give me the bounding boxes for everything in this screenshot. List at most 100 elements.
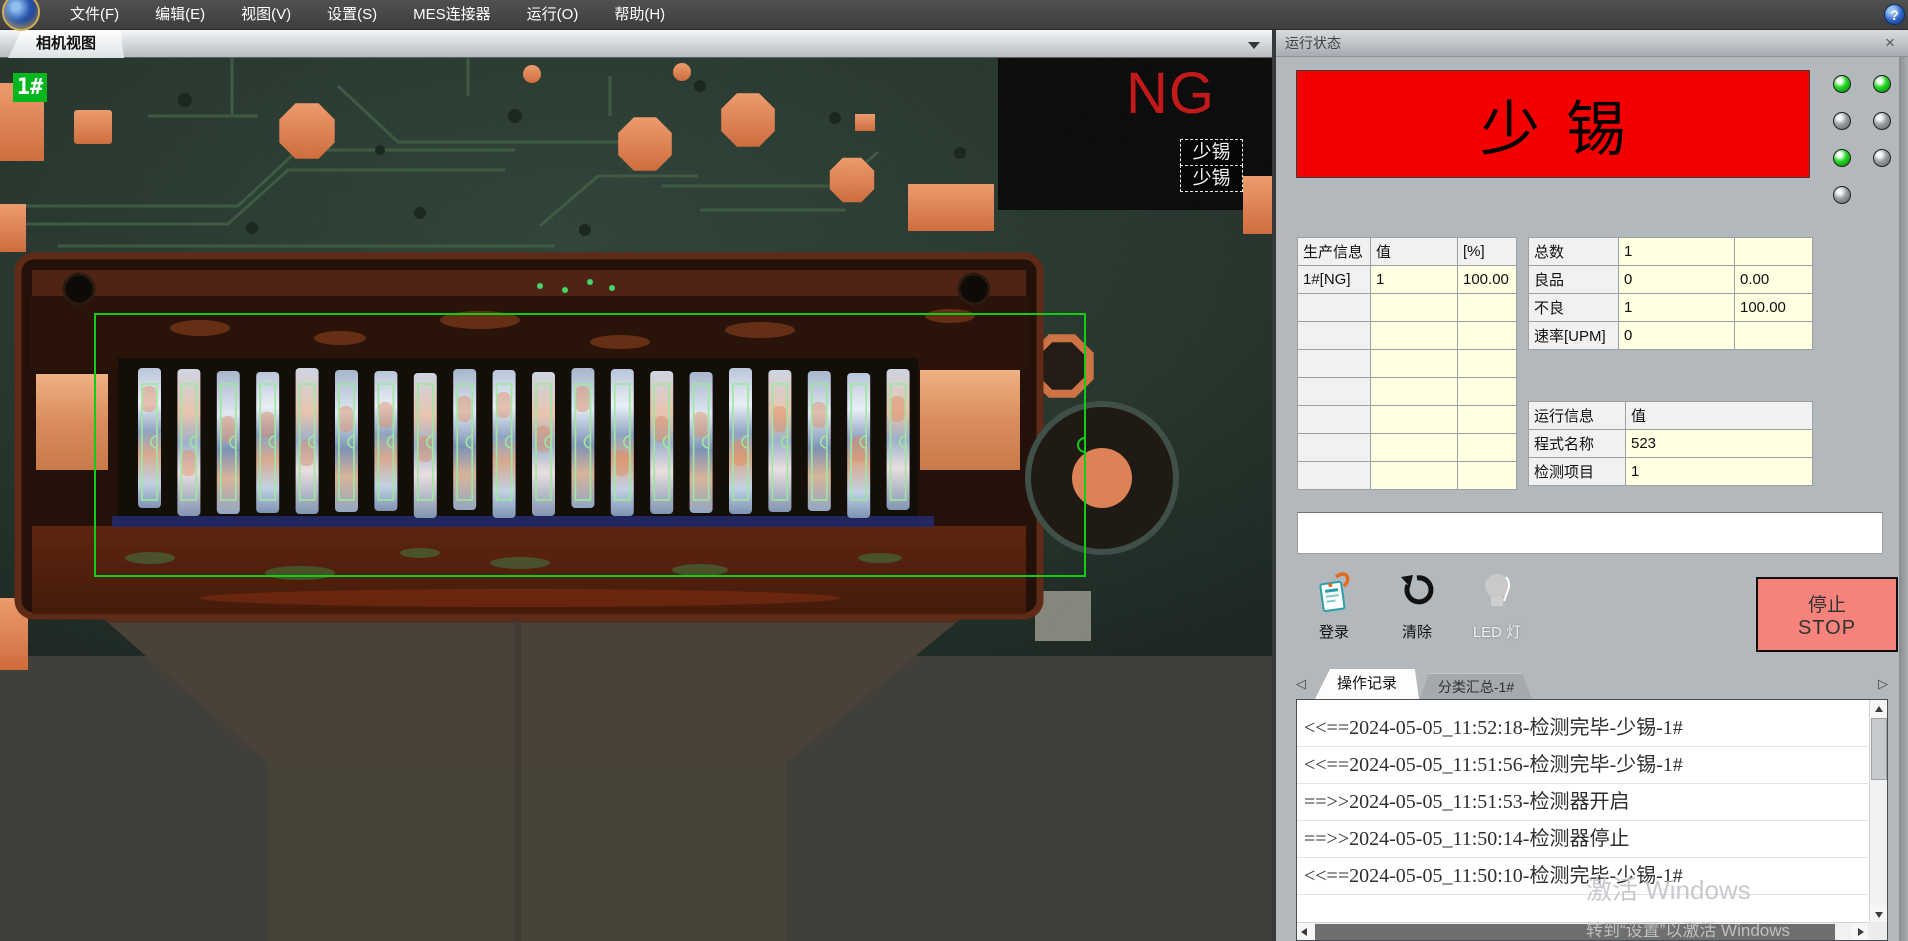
led-label: LED 灯 — [1461, 621, 1533, 642]
stats-row: 总数1 — [1529, 238, 1813, 266]
vertical-scrollbar[interactable] — [1869, 700, 1887, 922]
production-cell — [1371, 406, 1458, 434]
run-info-table: 运行信息值程式名称523检测项目1 — [1528, 401, 1813, 486]
production-row — [1298, 462, 1517, 490]
close-icon[interactable]: × — [1880, 30, 1900, 56]
message-box — [1297, 512, 1883, 554]
log-entry: <<==2024-05-05_11:52:18-检测完毕-少锡-1# — [1297, 710, 1868, 747]
stats-row: 良品00.00 — [1529, 266, 1813, 294]
scroll-up-button[interactable] — [1870, 700, 1888, 717]
camera-viewport[interactable]: 1# NG 少锡少锡 — [0, 58, 1272, 941]
production-cell — [1298, 406, 1371, 434]
production-row — [1298, 406, 1517, 434]
status-light-on — [1833, 75, 1851, 93]
panel-title: 运行状态 — [1285, 35, 1341, 51]
id-badge-icon — [1314, 571, 1354, 615]
production-cell: 1#[NG] — [1298, 266, 1371, 294]
production-header-cell: [%] — [1458, 238, 1517, 266]
production-table: 生产信息值[%]1#[NG]1100.00 — [1297, 237, 1517, 490]
production-cell — [1371, 462, 1458, 490]
production-cell — [1371, 378, 1458, 406]
horizontal-scrollbar[interactable] — [1297, 922, 1869, 940]
vertical-scrollbar-thumb[interactable] — [1871, 718, 1887, 780]
tab-classification-summary[interactable]: 分类汇总-1# — [1420, 673, 1532, 699]
production-cell — [1298, 434, 1371, 462]
run-info-cell: 1 — [1626, 458, 1813, 486]
stop-label-en: STOP — [1798, 617, 1856, 640]
defect-labels: 少锡少锡 — [1180, 140, 1243, 192]
chevron-down-icon[interactable] — [1248, 42, 1260, 49]
status-light-off — [1873, 149, 1891, 167]
production-header-cell: 生产信息 — [1298, 238, 1371, 266]
station-badge: 1# — [13, 73, 47, 102]
stop-button[interactable]: 停止 STOP — [1756, 577, 1898, 652]
scroll-down-button[interactable] — [1870, 905, 1888, 922]
production-row — [1298, 434, 1517, 462]
inspection-result-text: NG — [1126, 60, 1215, 127]
log-entry: ==>>2024-05-05_11:50:14-检测器停止 — [1297, 821, 1868, 858]
run-info-cell: 523 — [1626, 430, 1813, 458]
menu-item[interactable]: MES连接器 — [395, 0, 509, 30]
run-info-cell: 检测项目 — [1529, 458, 1626, 486]
menu-item[interactable]: 帮助(H) — [596, 0, 683, 30]
production-header-row: 生产信息值[%] — [1298, 238, 1517, 266]
production-cell — [1458, 434, 1517, 462]
production-row — [1298, 350, 1517, 378]
tab-camera-view[interactable]: 相机视图 — [8, 30, 124, 58]
production-cell — [1371, 350, 1458, 378]
status-light-off — [1833, 186, 1851, 204]
horizontal-scrollbar-thumb[interactable] — [1315, 924, 1835, 940]
led-button[interactable]: LED 灯 — [1461, 571, 1533, 653]
run-info-row: 程式名称523 — [1529, 430, 1813, 458]
scroll-right-button[interactable] — [1851, 923, 1869, 941]
scrollbar-corner — [1868, 922, 1887, 940]
tab-scroll-left-icon[interactable]: ◁ — [1296, 676, 1306, 692]
run-info-header-row: 运行信息值 — [1529, 402, 1813, 430]
run-info-cell: 程式名称 — [1529, 430, 1626, 458]
menu-item[interactable]: 设置(S) — [309, 0, 395, 30]
stop-label-cn: 停止 — [1808, 590, 1846, 617]
app-window: 文件(F)编辑(E)视图(V)设置(S)MES连接器运行(O)帮助(H) ? 相… — [0, 0, 1908, 941]
production-cell — [1458, 322, 1517, 350]
production-row: 1#[NG]1100.00 — [1298, 266, 1517, 294]
menu-item[interactable]: 视图(V) — [223, 0, 309, 30]
help-icon[interactable]: ? — [1884, 4, 1905, 25]
status-light-on — [1833, 149, 1851, 167]
stats-cell — [1735, 322, 1813, 350]
log-entry: ==>>2024-05-05_11:51:53-检测器开启 — [1297, 784, 1868, 821]
stats-row: 不良1100.00 — [1529, 294, 1813, 322]
production-cell — [1371, 322, 1458, 350]
login-label: 登录 — [1298, 621, 1370, 642]
log-entry: <<==2024-05-05_11:51:56-检测完毕-少锡-1# — [1297, 747, 1868, 784]
production-cell — [1298, 322, 1371, 350]
scroll-left-button[interactable] — [1297, 923, 1315, 941]
panel-title-bar: 运行状态 × — [1276, 30, 1908, 57]
defect-label: 少锡 — [1180, 139, 1243, 166]
tab-scroll-right-icon[interactable]: ▷ — [1878, 676, 1888, 692]
production-row — [1298, 322, 1517, 350]
production-cell — [1298, 294, 1371, 322]
stats-cell: 0 — [1619, 266, 1735, 294]
app-logo-icon — [2, 0, 40, 31]
menu-item[interactable]: 编辑(E) — [137, 0, 223, 30]
tab-operation-log[interactable]: 操作记录 — [1315, 669, 1419, 699]
log-entry: <<==2024-05-05_11:50:10-检测完毕-少锡-1# — [1297, 858, 1868, 895]
log-tab-strip: ◁ 操作记录 分类汇总-1# ▷ — [1276, 669, 1899, 699]
defect-label: 少锡 — [1180, 165, 1243, 192]
panel-right-edge — [1899, 57, 1908, 941]
production-row — [1298, 294, 1517, 322]
status-light-on — [1873, 75, 1891, 93]
login-button[interactable]: 登录 — [1298, 571, 1370, 653]
log-entries: <<==2024-05-05_11:52:18-检测完毕-少锡-1#<<==20… — [1297, 710, 1868, 895]
menu-item[interactable]: 运行(O) — [509, 0, 597, 30]
menu-bar: 文件(F)编辑(E)视图(V)设置(S)MES连接器运行(O)帮助(H) ? — [0, 0, 1908, 30]
camera-scene — [0, 58, 1272, 941]
run-info-header-cell: 值 — [1626, 402, 1813, 430]
run-info-header-cell: 运行信息 — [1529, 402, 1626, 430]
production-cell — [1458, 462, 1517, 490]
production-cell — [1458, 294, 1517, 322]
bulb-icon — [1477, 571, 1517, 615]
clear-button[interactable]: 清除 — [1381, 571, 1453, 653]
menu-item[interactable]: 文件(F) — [52, 0, 137, 30]
run-status-panel: 运行状态 × 少锡 生产信息值[%]1#[NG]1100.00 总数1良品00.… — [1276, 30, 1908, 941]
